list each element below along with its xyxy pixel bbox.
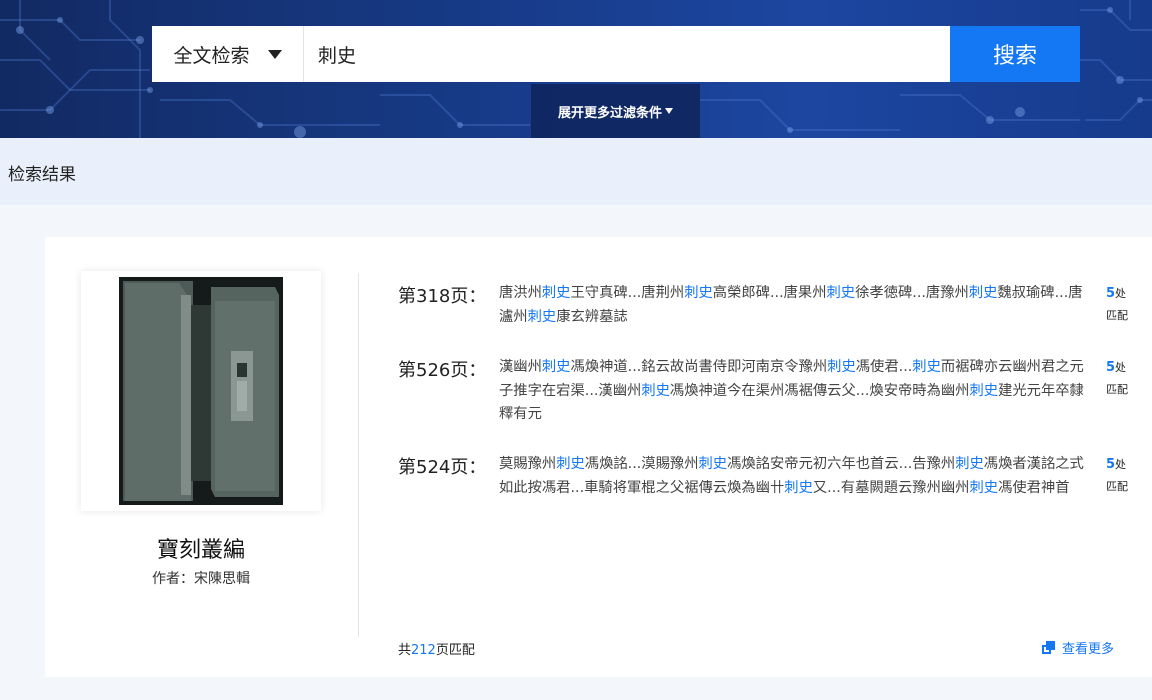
match-count-unit: 处 — [1115, 287, 1127, 300]
match-count: 5处匹配 — [1106, 283, 1136, 327]
match-count-number: 5 — [1106, 360, 1116, 375]
search-banner: 全文检索 搜索 展开更多过滤条件 — [0, 0, 1152, 138]
match-count-number: 5 — [1106, 286, 1116, 301]
copy-icon — [1042, 640, 1056, 655]
author-label: 作者： — [152, 571, 194, 587]
divider — [358, 273, 359, 637]
snippet-text: 漢幽州 — [499, 359, 542, 375]
result-card: 寶刻叢編 作者：宋陳思輯 第318页： 唐洪州刺史王守真碑...唐荆州刺史高榮郎… — [45, 237, 1152, 677]
search-button[interactable]: 搜索 — [950, 26, 1080, 82]
expand-filters-button[interactable]: 展开更多过滤条件 — [531, 84, 700, 138]
snippet-text: 馮使君... — [855, 359, 913, 375]
search-type-label: 全文检索 — [173, 44, 250, 67]
total-prefix: 共 — [398, 643, 412, 658]
expand-filters-label: 展开更多过滤条件 — [557, 105, 662, 121]
search-bar: 全文检索 搜索 — [152, 26, 1080, 82]
highlight-term: 刺史 — [556, 456, 585, 472]
caret-down-icon — [267, 49, 282, 59]
match-page-number[interactable]: 第318页： — [398, 282, 486, 308]
highlight-term: 刺史 — [912, 359, 941, 375]
match-snippet: 唐洪州刺史王守真碑...唐荆州刺史高榮郎碑...唐果州刺史徐孝徳碑...唐豫州刺… — [499, 282, 1089, 329]
snippet-text: 又...有墓闕題云豫州幽州 — [812, 479, 970, 496]
match-snippet: 莫賜豫州刺史馮煥詺...漠賜豫州刺史馮煥詺安帝元初六年也首云...告豫州刺史馮煥… — [499, 453, 1089, 500]
total-count: 212 — [411, 643, 436, 658]
caret-down-icon — [665, 108, 673, 114]
highlight-term: 刺史 — [641, 382, 670, 399]
highlight-term: 刺史 — [541, 285, 571, 301]
match-snippet: 漢幽州刺史馮煥神道...銘云故尚書侍即河南京令豫州刺史馮使君...刺史而裾碑亦云… — [499, 356, 1089, 427]
match-count-suffix: 匹配 — [1106, 309, 1128, 322]
highlight-term: 刺史 — [698, 456, 728, 472]
match-count: 5处匹配 — [1106, 454, 1136, 498]
snippet-text: 馮使君神首 — [998, 479, 1070, 496]
snippet-text: 高榮郎碑...唐果州 — [712, 285, 827, 301]
total-suffix: 页匹配 — [435, 643, 475, 658]
highlight-term: 刺史 — [826, 285, 856, 301]
match-count: 5处匹配 — [1106, 357, 1136, 401]
highlight-term: 刺史 — [784, 479, 813, 496]
match-count-number: 5 — [1106, 457, 1116, 472]
book-title[interactable]: 寶刻叢編 — [81, 532, 321, 564]
highlight-term: 刺史 — [541, 359, 571, 375]
view-more-label: 查看更多 — [1062, 642, 1115, 657]
snippet-text: 康玄辨墓誌 — [556, 308, 628, 325]
author-name: 宋陳思輯 — [194, 571, 250, 587]
snippet-text: 唐洪州 — [499, 285, 542, 301]
snippet-text: 王守真碑...唐荆州 — [570, 285, 685, 301]
highlight-term: 刺史 — [955, 456, 984, 472]
match-count-suffix: 匹配 — [1106, 480, 1128, 493]
match-page-number[interactable]: 第526页： — [398, 356, 486, 382]
book-cover[interactable] — [81, 271, 321, 511]
book-author: 作者：宋陳思輯 — [81, 568, 321, 588]
book-cover-image — [119, 277, 283, 505]
highlight-term: 刺史 — [827, 359, 856, 375]
search-type-dropdown[interactable]: 全文检索 — [152, 26, 304, 82]
match-count-suffix: 匹配 — [1106, 383, 1128, 396]
highlight-term: 刺史 — [969, 479, 999, 496]
results-header: 检索结果 — [0, 138, 1152, 205]
match-count-unit: 处 — [1115, 361, 1127, 374]
snippet-text: 馮煥神道...銘云故尚書侍即河南京令豫州 — [570, 359, 828, 375]
snippet-text: 徐孝徳碑...唐豫州 — [855, 285, 969, 301]
match-count-unit: 处 — [1115, 458, 1127, 471]
highlight-term: 刺史 — [968, 285, 998, 301]
highlight-term: 刺史 — [527, 308, 557, 325]
results-title: 检索结果 — [8, 165, 76, 185]
search-input[interactable] — [304, 26, 950, 82]
match-page-number[interactable]: 第524页： — [398, 453, 486, 479]
highlight-term: 刺史 — [969, 382, 999, 399]
snippet-text: 馮煥神道今在渠州馮裾傳云父...煥安帝時為幽州 — [669, 382, 970, 399]
highlight-term: 刺史 — [684, 285, 713, 301]
total-matches: 共212页匹配 — [398, 639, 475, 658]
view-more-link[interactable]: 查看更多 — [1042, 638, 1114, 657]
snippet-text: 莫賜豫州 — [499, 456, 557, 472]
snippet-text: 馮煥詺安帝元初六年也首云...告豫州 — [727, 456, 956, 472]
snippet-text: 馮煥詺...漠賜豫州 — [584, 456, 699, 472]
